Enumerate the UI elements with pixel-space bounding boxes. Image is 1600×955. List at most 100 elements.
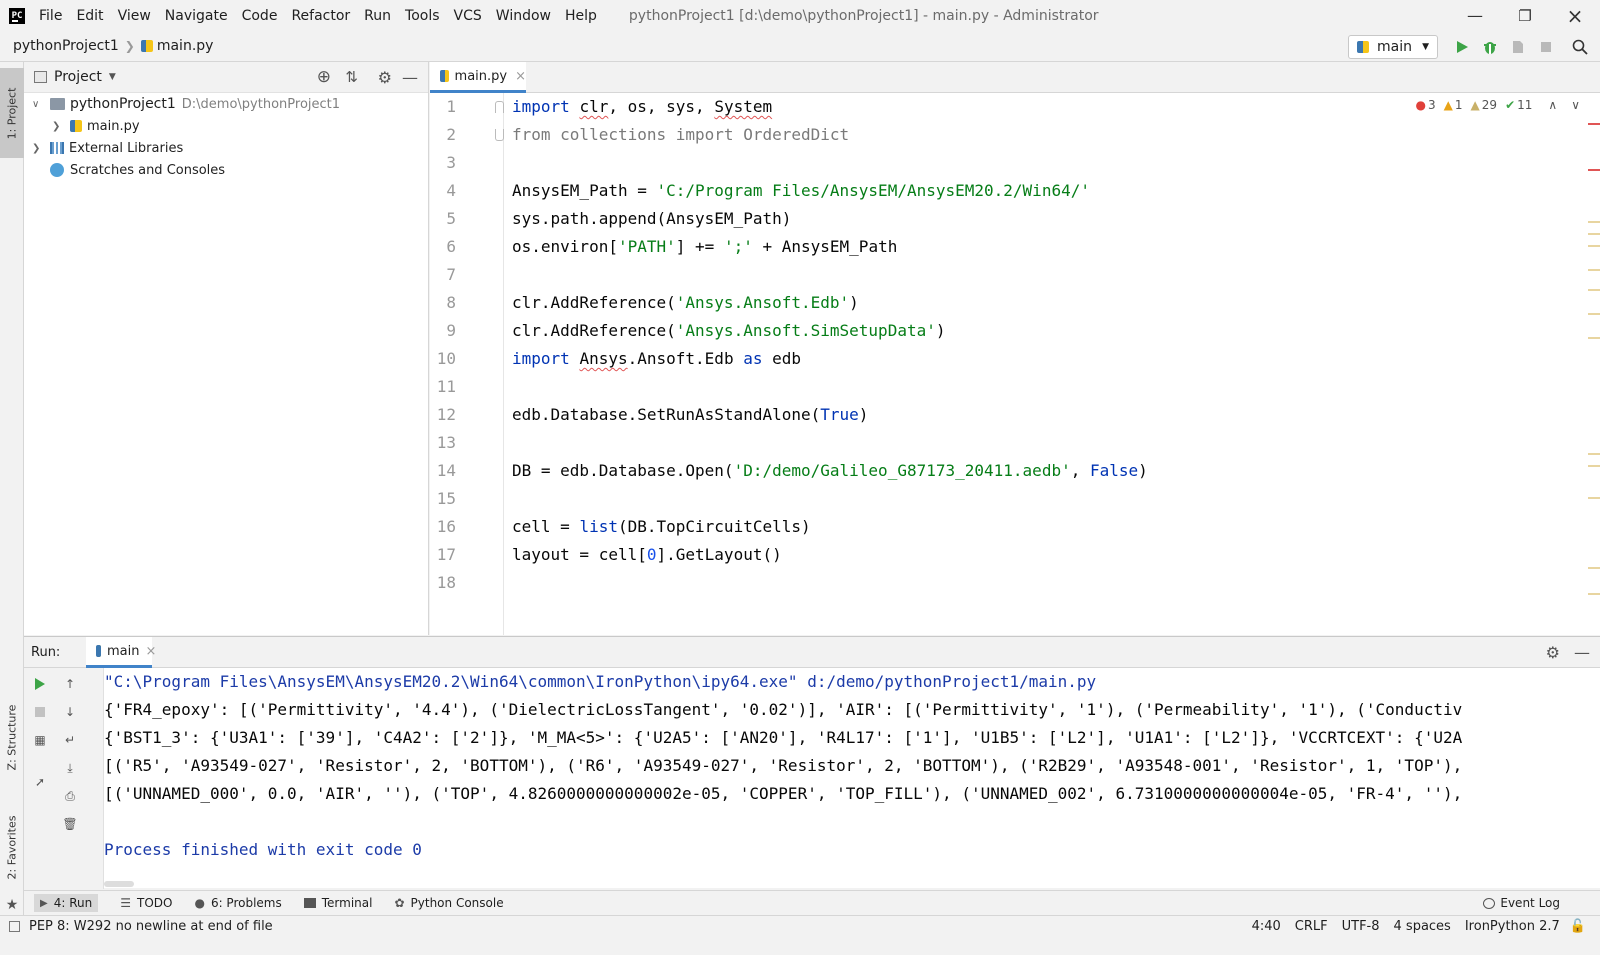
caret-position[interactable]: 4:40 [1252, 919, 1281, 934]
code-line-16[interactable]: cell = list(DB.TopCircuitCells) [512, 513, 811, 541]
close-tab-icon[interactable]: × [145, 644, 156, 659]
restore-button[interactable]: ❐ [1500, 0, 1550, 31]
layout-button[interactable]: ▦ [30, 730, 50, 750]
collapse-all-icon[interactable]: ⇅ [345, 68, 358, 86]
debug-button[interactable] [1480, 37, 1500, 57]
tree-item-main-py[interactable]: ❯ main.py [52, 115, 140, 137]
structure-tool-tab[interactable]: Z: Structure [0, 692, 24, 782]
breadcrumb-file[interactable]: main.py [157, 38, 214, 54]
search-everywhere-button[interactable] [1570, 37, 1590, 57]
stop-button[interactable] [30, 702, 50, 722]
code-line-17[interactable]: layout = cell[0].GetLayout() [512, 541, 782, 569]
chevron-down-icon[interactable]: ▼ [109, 72, 116, 82]
fold-marker-icon[interactable] [495, 129, 504, 141]
code-token: 'D:/demo/Galileo_G87173_20411.aedb' [733, 461, 1071, 480]
print-button[interactable]: ⎙ [60, 786, 80, 806]
tool-python-console[interactable]: ✿ Python Console [394, 896, 503, 910]
arrow-up-icon: ↑ [64, 677, 76, 691]
tool-event-log[interactable]: Event Log [1483, 896, 1560, 910]
hide-panel-icon[interactable]: — [402, 68, 418, 87]
menu-code[interactable]: Code [242, 8, 278, 24]
run-button[interactable] [1452, 37, 1472, 57]
code-token: ) [858, 405, 869, 424]
menu-window[interactable]: Window [496, 8, 551, 24]
menu-vcs[interactable]: VCS [454, 8, 482, 24]
code-line-6[interactable]: os.environ['PATH'] += ';' + AnsysEM_Path [512, 233, 897, 261]
python-interpreter[interactable]: IronPython 2.7 [1465, 919, 1560, 934]
tree-item-scratches[interactable]: Scratches and Consoles [50, 159, 225, 181]
tool-problems[interactable]: ● 6: Problems [194, 896, 281, 910]
menu-file[interactable]: File [39, 8, 62, 24]
chevron-down-icon: ▼ [1422, 42, 1429, 52]
hide-panel-icon[interactable]: — [1574, 643, 1590, 662]
menu-edit[interactable]: Edit [76, 8, 103, 24]
tab-main-py[interactable]: main.py × [430, 62, 526, 93]
code-line-1[interactable]: import clr, os, sys, System [512, 93, 772, 121]
error-stripe[interactable] [1588, 93, 1600, 635]
tool-todo[interactable]: ☰ TODO [120, 896, 172, 910]
code-line-9[interactable]: clr.AddReference('Ansys.Ansoft.SimSetupD… [512, 317, 946, 345]
tool-terminal[interactable]: Terminal [303, 896, 372, 910]
menu-help[interactable]: Help [565, 8, 597, 24]
chevron-up-icon[interactable]: ∧ [1548, 98, 1557, 112]
tree-item-external-libraries[interactable]: ❯ External Libraries [32, 137, 183, 159]
scroll-down-button[interactable]: ↓ [60, 702, 80, 722]
locate-file-icon[interactable]: ⊕ [317, 67, 331, 87]
clear-all-button[interactable]: 🗑 [60, 814, 80, 834]
run-configuration-select[interactable]: main ▼ [1348, 35, 1438, 59]
gear-icon[interactable]: ⚙ [378, 68, 392, 87]
code-line-14[interactable]: DB = edb.Database.Open('D:/demo/Galileo_… [512, 457, 1148, 485]
code-token: 0 [646, 545, 657, 564]
run-tab-main[interactable]: main × [86, 637, 156, 668]
rerun-button[interactable] [30, 674, 50, 694]
breadcrumb-project[interactable]: pythonProject1 [13, 38, 119, 54]
menu-run[interactable]: Run [364, 8, 391, 24]
pin-tab-button[interactable]: ➚ [30, 772, 50, 792]
scroll-to-end-button[interactable]: ⤓ [60, 758, 80, 778]
line-number: 10 [436, 349, 456, 368]
minimize-button[interactable]: — [1450, 0, 1500, 31]
horizontal-scrollbar[interactable] [104, 881, 134, 887]
close-tab-icon[interactable]: × [515, 69, 526, 84]
gear-icon[interactable]: ⚙ [1546, 643, 1560, 662]
chevron-down-icon[interactable]: ∨ [32, 99, 44, 110]
menu-view[interactable]: View [118, 8, 151, 24]
run-with-coverage-button[interactable] [1508, 37, 1528, 57]
project-panel-title[interactable]: Project [54, 69, 102, 85]
status-toggle-icon[interactable] [9, 921, 20, 932]
soft-wrap-button[interactable]: ↵ [60, 730, 80, 750]
menu-navigate[interactable]: Navigate [165, 8, 228, 24]
scroll-up-button[interactable]: ↑ [60, 674, 80, 694]
tool-run[interactable]: ▶ 4: Run [34, 894, 99, 912]
stop-button[interactable] [1536, 37, 1556, 57]
fold-marker-icon[interactable] [495, 101, 504, 113]
chevron-down-icon[interactable]: ∨ [1571, 98, 1580, 112]
line-separator[interactable]: CRLF [1295, 919, 1328, 934]
file-encoding[interactable]: UTF-8 [1342, 919, 1380, 934]
tree-item-label: External Libraries [69, 140, 184, 156]
lock-icon[interactable]: 🔓 [1570, 919, 1586, 934]
code-token: (DB.TopCircuitCells) [617, 517, 811, 536]
menu-refactor[interactable]: Refactor [291, 8, 350, 24]
code-line-8[interactable]: clr.AddReference('Ansys.Ansoft.Edb') [512, 289, 859, 317]
favorites-tool-tab[interactable]: 2: Favorites [0, 802, 24, 892]
chevron-right-icon[interactable]: ❯ [52, 121, 64, 132]
status-message[interactable]: PEP 8: W292 no newline at end of file [29, 919, 273, 934]
code-line-2[interactable]: from collections import OrderedDict [512, 121, 849, 149]
code-line-4[interactable]: AnsysEM_Path = 'C:/Program Files/AnsysEM… [512, 177, 1090, 205]
indent-setting[interactable]: 4 spaces [1394, 919, 1451, 934]
code-token: as [743, 349, 763, 368]
code-line-10[interactable]: import Ansys.Ansoft.Edb as edb [512, 345, 801, 373]
chevron-right-icon[interactable]: ❯ [32, 143, 44, 154]
code-line-12[interactable]: edb.Database.SetRunAsStandAlone(True) [512, 401, 868, 429]
menu-tools[interactable]: Tools [405, 8, 440, 24]
project-tool-tab[interactable]: 1: Project [0, 68, 24, 158]
tree-item-project-root[interactable]: ∨ pythonProject1 D:\demo\pythonProject1 [32, 93, 340, 115]
close-window-button[interactable]: × [1550, 0, 1600, 31]
code-line-5[interactable]: sys.path.append(AnsysEM_Path) [512, 205, 791, 233]
inspection-widget[interactable]: ● 3 ▲ 1 ▲ 29 ✔ 11 ∧ ∨ [1416, 98, 1580, 112]
code-token: clr.AddReference( [512, 321, 676, 340]
error-count: 3 [1428, 98, 1436, 112]
console-output-line: [('R5', 'A93549-027', 'Resistor', 2, 'BO… [104, 756, 1463, 775]
favorites-tool-tab-label: 2: Favorites [5, 815, 19, 879]
